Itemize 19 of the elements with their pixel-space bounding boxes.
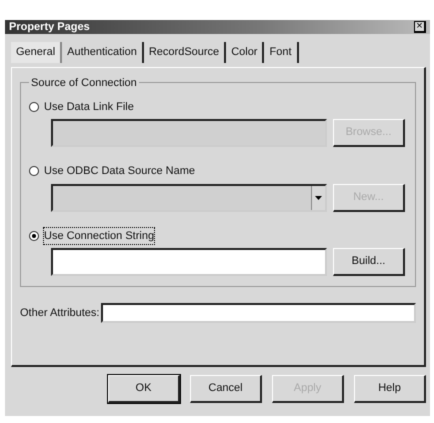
button[interactable]: OK (108, 374, 180, 402)
input-field[interactable] (51, 119, 327, 147)
radio-label[interactable]: Use Connection String (44, 228, 154, 244)
input-field[interactable] (101, 303, 416, 323)
radio-button[interactable] (29, 230, 39, 241)
dropdown-arrow-icon[interactable] (315, 196, 322, 200)
button[interactable]: Cancel (190, 374, 262, 402)
input-field[interactable] (51, 248, 327, 276)
radio-button[interactable] (29, 102, 39, 112)
radio-button[interactable] (29, 166, 39, 176)
radio-label[interactable]: Use Data Link File (44, 98, 134, 115)
window-title: Property Pages (9, 20, 90, 34)
field-label: Other Attributes: (20, 306, 100, 321)
button[interactable]: Help (354, 374, 426, 402)
dropdown-field[interactable] (51, 184, 327, 212)
button[interactable]: Build... (333, 248, 405, 276)
radio-label[interactable]: Use ODBC Data Source Name (44, 163, 195, 180)
close-button[interactable]: × (414, 21, 426, 33)
tab[interactable]: General (11, 42, 62, 62)
